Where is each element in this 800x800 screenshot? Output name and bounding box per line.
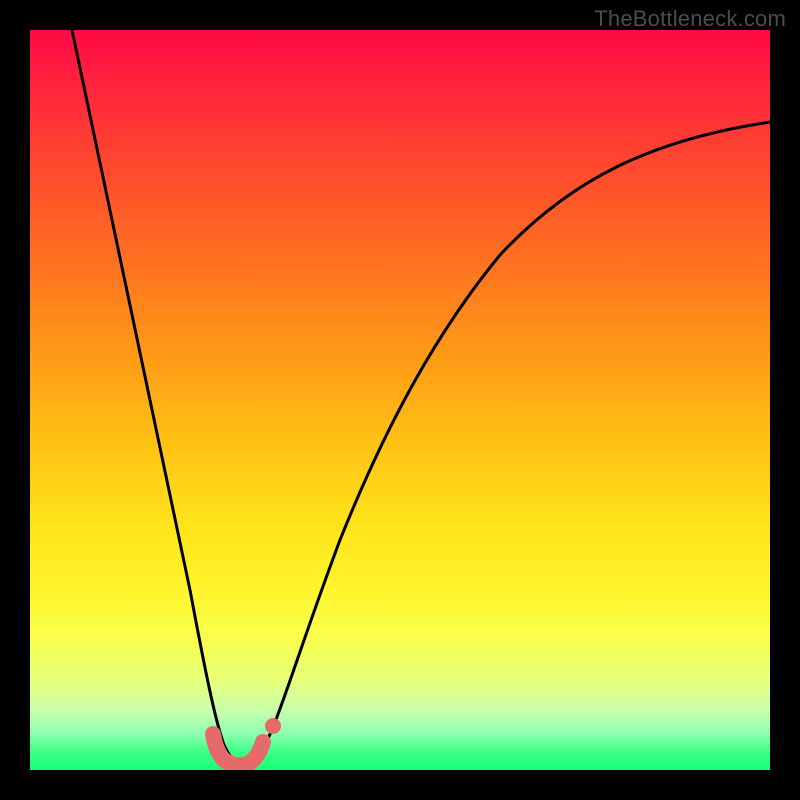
left-curve [72, 30, 244, 766]
watermark-text: TheBottleneck.com [594, 6, 786, 32]
right-curve [244, 122, 770, 766]
plot-area [30, 30, 770, 770]
curves-layer [30, 30, 770, 770]
chart-frame: TheBottleneck.com [0, 0, 800, 800]
pink-marker-dot [265, 718, 281, 734]
pink-marker-path [213, 734, 263, 765]
